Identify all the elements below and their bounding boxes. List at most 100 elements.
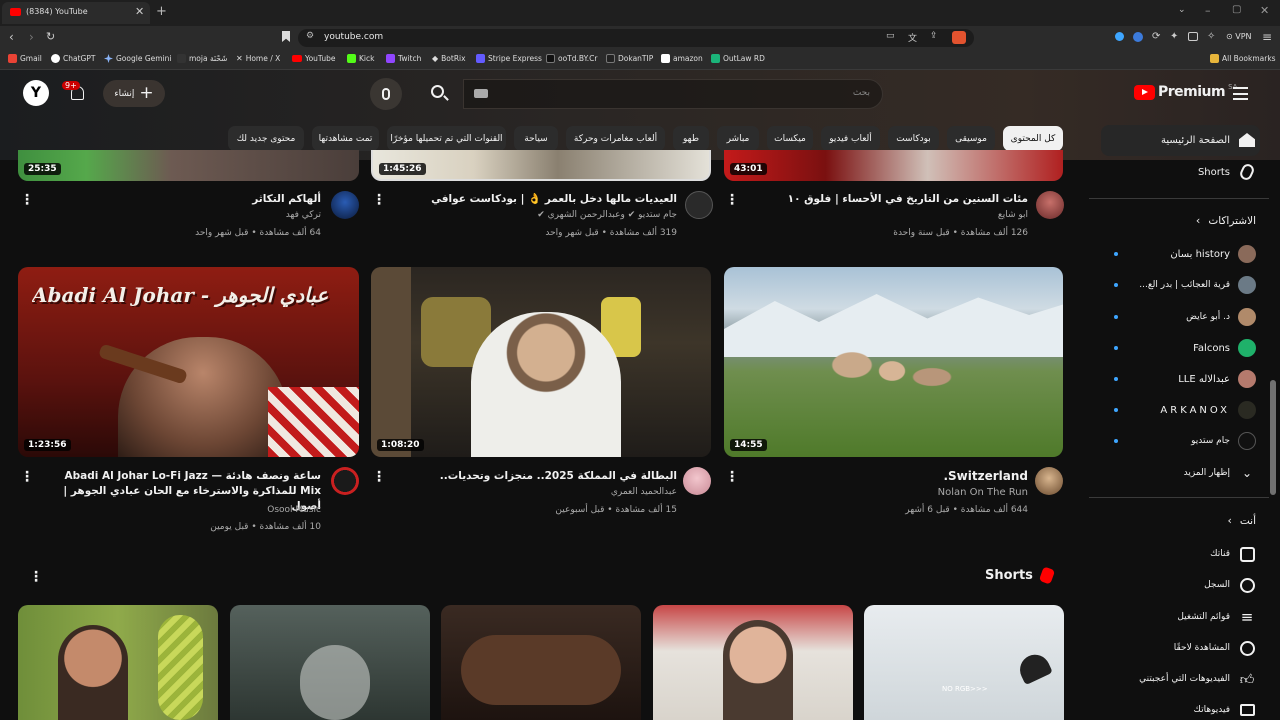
subscriptions-header[interactable]: الاشتراكات › (1196, 214, 1256, 227)
video-title[interactable]: العيديات مالها دخل بالعمر 👌 | بودكاست عو… (397, 192, 677, 207)
sidebar-shorts[interactable]: Shorts (1198, 162, 1256, 182)
short-thumbnail[interactable]: NO RGB>>> (864, 605, 1064, 720)
browser-tab[interactable]: (8384) YouTube ✕ (2, 2, 150, 24)
more-options-icon[interactable]: ⋮ (725, 470, 739, 484)
translate-icon[interactable]: 文 (908, 31, 917, 44)
sub-item-1[interactable]: قرية العجائب | بدر الع... (1139, 276, 1256, 294)
sidebar-liked-videos[interactable]: 👍︎ الفيديوهات التي أعجبتني (1139, 670, 1256, 688)
bookmark-x[interactable]: ✕ Home / X (236, 54, 280, 63)
channel-name[interactable]: ابو شايع (998, 210, 1028, 220)
tab-close-icon[interactable]: ✕ (135, 5, 144, 18)
short-thumbnail[interactable] (653, 605, 853, 720)
sidebar-your-channel[interactable]: قناتك (1210, 545, 1256, 563)
chip-mixes[interactable]: ميكسات (767, 126, 813, 151)
sidebar-home[interactable]: الصفحة الرئيسية (1161, 131, 1256, 149)
tab-search-icon[interactable]: ⌄ (1178, 5, 1186, 15)
leo-icon[interactable]: ✧ (1207, 31, 1215, 42)
chip-tourism[interactable]: سياحة (514, 126, 558, 151)
bookmark-botrix[interactable]: ◆ BotRix (432, 54, 466, 63)
sub-item-4[interactable]: عبدالاله LLE (1178, 370, 1256, 388)
video-thumbnail[interactable]: 43:01 (724, 150, 1063, 181)
channel-name[interactable]: عبدالحميد العمري (611, 487, 677, 497)
channel-avatar[interactable] (1035, 467, 1063, 495)
video-title[interactable]: ألهاكم التكاثر (71, 192, 321, 207)
bookmark-youtube[interactable]: YouTube (292, 54, 336, 63)
extension-1-icon[interactable] (1115, 32, 1124, 41)
bookmark-stripe[interactable]: Stripe Express (476, 54, 542, 63)
chip-action-games[interactable]: ألعاب مغامرات وحركة (566, 126, 665, 151)
sidebar-watch-later[interactable]: المشاهدة لاحقًا (1174, 639, 1256, 657)
sub-item-2[interactable]: د. أبو عايض (1186, 308, 1256, 326)
more-options-icon[interactable]: ⋮ (725, 193, 739, 207)
notifications-button[interactable]: 9+ (62, 81, 90, 105)
vpn-button[interactable]: ⊙ VPN (1226, 32, 1252, 41)
chip-watched[interactable]: تمت مشاهدتها (312, 126, 379, 151)
video-thumbnail[interactable]: Abadi Al Johar - عبادي الجوهر 1:23:56 (18, 267, 359, 457)
extension-2-icon[interactable] (1133, 32, 1143, 42)
chip-new-to-you[interactable]: محتوى جديد لك (228, 126, 304, 151)
chip-video-games[interactable]: ألعاب فيديو (821, 126, 880, 151)
bookmark-gemini[interactable]: Google Gemini (104, 54, 172, 63)
extension-3-icon[interactable]: ⟳ (1152, 31, 1160, 42)
minimize-icon[interactable]: – (1205, 4, 1211, 17)
channel-avatar[interactable] (331, 191, 359, 219)
video-thumbnail[interactable]: 14:55 (724, 267, 1063, 457)
create-button[interactable]: إنشاء + (103, 80, 165, 107)
brave-shield-icon[interactable] (952, 31, 966, 44)
back-icon[interactable]: ‹ (9, 30, 14, 44)
url-field[interactable]: ⚙ youtube.com ▭ 文 ⇪ (298, 29, 974, 47)
maximize-icon[interactable]: ▢ (1232, 4, 1241, 15)
chip-podcast[interactable]: بودكاست (888, 126, 939, 151)
reload-icon[interactable]: ↻ (46, 30, 55, 43)
more-options-icon[interactable]: ⋮ (372, 193, 386, 207)
window-close-icon[interactable]: ✕ (1260, 4, 1269, 17)
bookmark-kick[interactable]: Kick (347, 54, 374, 63)
short-thumbnail[interactable] (441, 605, 641, 720)
show-more-button[interactable]: ⌄ إظهار المزيد (1184, 464, 1256, 482)
video-title[interactable]: البطالة في المملكة 2025.. منجزات وتحديات… (397, 469, 677, 484)
site-info-icon[interactable]: ⚙ (306, 31, 314, 41)
search-input[interactable]: بحث (463, 79, 883, 109)
short-thumbnail[interactable] (18, 605, 218, 720)
guide-menu-button[interactable] (1233, 87, 1249, 100)
chip-recently-uploaded[interactable]: القنوات التي تم تحميلها مؤخرًا (387, 126, 506, 151)
bookmark-gmail[interactable]: Gmail (8, 54, 42, 63)
sub-item-6[interactable]: جام ستديو (1191, 432, 1256, 450)
channel-avatar[interactable] (683, 467, 711, 495)
new-tab-icon[interactable]: + (156, 4, 167, 19)
extensions-icon[interactable]: ✦ (1170, 31, 1178, 42)
shorts-more-options-icon[interactable]: ⋮ (29, 570, 43, 584)
channel-name[interactable]: Osool Music (267, 505, 321, 515)
bookmark-twitch[interactable]: Twitch (386, 54, 421, 63)
chip-music[interactable]: موسيقى (947, 126, 995, 151)
chip-all[interactable]: كل المحتوى (1003, 126, 1063, 151)
bookmark-chatgpt[interactable]: ChatGPT (51, 54, 95, 63)
share-icon[interactable]: ⇪ (930, 31, 938, 41)
video-title[interactable]: Switzerland. (748, 469, 1028, 484)
cast-icon[interactable]: ▭ (886, 31, 895, 41)
video-thumbnail[interactable]: 25:35 (18, 150, 359, 181)
you-header[interactable]: أنت › (1227, 514, 1256, 527)
channel-name[interactable]: جام ستديو ✔ وعبدالرحمن الشهري ✔ (537, 210, 677, 220)
channel-name[interactable]: تركي فهد (286, 210, 321, 220)
channel-avatar[interactable] (331, 467, 359, 495)
sidebar-playlists[interactable]: ≡ قوائم التشغيل (1177, 608, 1256, 626)
keyboard-icon[interactable] (474, 89, 488, 98)
youtube-logo[interactable]: Premium SA (1134, 83, 1237, 100)
forward-icon[interactable]: › (29, 30, 34, 44)
short-thumbnail[interactable] (230, 605, 430, 720)
all-bookmarks[interactable]: All Bookmarks (1210, 54, 1276, 63)
account-avatar[interactable]: Y (23, 80, 49, 106)
sidebar-your-videos[interactable]: فيديوهاتك (1194, 701, 1256, 719)
channel-name[interactable]: Nolan On The Run (938, 487, 1028, 498)
sub-item-0[interactable]: history بسان (1170, 245, 1256, 263)
chip-live[interactable]: مباشر (717, 126, 759, 151)
bookmark-page-icon[interactable] (282, 31, 290, 42)
video-thumbnail[interactable]: 1:08:20 (371, 267, 711, 457)
page-scrollbar[interactable] (1270, 380, 1276, 495)
sub-item-5[interactable]: ARKANOX (1160, 401, 1256, 419)
voice-search-button[interactable] (370, 78, 402, 110)
bookmark-ootd[interactable]: ooTd.BY.Cr (546, 54, 597, 63)
chip-cooking[interactable]: طهو (673, 126, 709, 151)
more-options-icon[interactable]: ⋮ (372, 470, 386, 484)
